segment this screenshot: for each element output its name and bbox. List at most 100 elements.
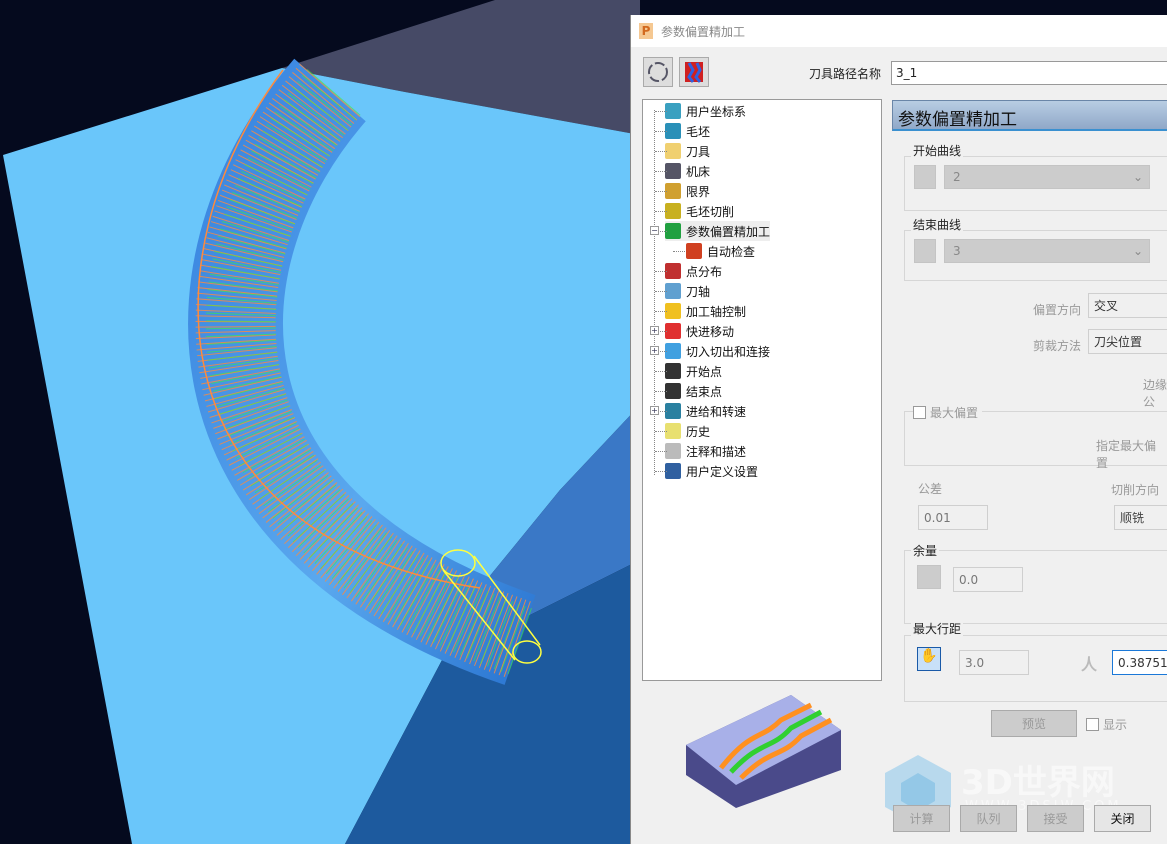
tree-item-label: 限界: [686, 184, 711, 199]
tolerance-label: 公差: [918, 482, 943, 496]
accept-button[interactable]: 接受: [1027, 805, 1084, 832]
end-point-icon: [665, 383, 681, 399]
user-settings-icon: [665, 463, 681, 479]
tree-item[interactable]: 历史: [665, 421, 710, 441]
tree-item-label: 机床: [686, 164, 711, 179]
trim-method-select[interactable]: 刀尖位置: [1088, 329, 1167, 354]
close-button[interactable]: 关闭: [1094, 805, 1151, 832]
tree-item[interactable]: 用户坐标系: [665, 101, 746, 121]
tolerance-input[interactable]: 0.01: [918, 505, 988, 530]
cusp-icon: 人: [1081, 655, 1098, 674]
user-csys-icon: [665, 103, 681, 119]
tree-item[interactable]: 结束点: [665, 381, 722, 401]
tree-item-label: 刀具: [686, 144, 711, 159]
cusp-height-input[interactable]: 0.387514: [1112, 650, 1167, 675]
thickness-input[interactable]: 0.0: [953, 567, 1023, 592]
end-curve-select[interactable]: 3 ⌄: [944, 239, 1150, 263]
tree-item-label: 快进移动: [686, 324, 735, 339]
cut-direction-label: 切削方向: [1111, 483, 1160, 497]
machine-icon: [665, 163, 681, 179]
toolpath-name-input[interactable]: 3_1: [891, 61, 1167, 85]
preview-button[interactable]: 预览: [991, 710, 1077, 737]
toolpath-name-label: 刀具路径名称: [809, 67, 882, 81]
dialog-title: 参数偏置精加工: [661, 24, 746, 39]
calculate-button[interactable]: 计算: [893, 805, 950, 832]
trim-method-label: 剪裁方法: [1033, 339, 1082, 353]
max-stepover-label: 最大行距: [911, 620, 964, 637]
parametric-offset-dialog: P 参数偏置精加工 刀具路径名称 3_1 用户坐标系 毛坯 刀具 机床 限界 毛坯切削 参数…: [630, 15, 1167, 844]
tree-item-label: 自动检查: [707, 244, 756, 259]
tree-item[interactable]: 毛坯: [665, 121, 710, 141]
tree-item-label: 刀轴: [686, 284, 711, 299]
tree-item[interactable]: 切入切出和连接: [665, 341, 770, 361]
tree-item[interactable]: 注释和描述: [665, 441, 746, 461]
end-curve-pick-button[interactable]: [914, 239, 936, 263]
expand-icon[interactable]: +: [650, 406, 659, 415]
edge-tolerance-label: 边缘公: [1143, 378, 1167, 409]
tree-item[interactable]: 加工轴控制: [665, 301, 746, 321]
tree-item-label: 注释和描述: [686, 444, 747, 459]
tree-item-label: 加工轴控制: [686, 304, 747, 319]
notes-icon: [665, 443, 681, 459]
rapid-move-icon: [665, 323, 681, 339]
max-offset-checkbox[interactable]: [913, 406, 926, 419]
thickness-toggle-button[interactable]: [917, 565, 941, 589]
tree-item-label: 点分布: [686, 264, 723, 279]
thickness-group: [904, 550, 1167, 624]
tree-item[interactable]: 限界: [665, 181, 710, 201]
tool-icon: [665, 143, 681, 159]
max-stepover-input[interactable]: 3.0: [959, 650, 1029, 675]
offset-direction-select[interactable]: 交叉: [1088, 293, 1167, 318]
feeds-speeds-icon: [665, 403, 681, 419]
history-icon: [665, 423, 681, 439]
tree-item-label: 毛坯切削: [686, 204, 735, 219]
axis-control-icon: [665, 303, 681, 319]
toolpath-preview-icon[interactable]: [679, 57, 709, 87]
queue-button[interactable]: 队列: [960, 805, 1017, 832]
start-curve-label: 开始曲线: [911, 142, 964, 159]
leads-links-icon: [665, 343, 681, 359]
tree-item[interactable]: 用户定义设置: [665, 461, 758, 481]
expand-icon[interactable]: +: [650, 346, 659, 355]
tree-item-label: 进给和转速: [686, 404, 747, 419]
start-curve-pick-button[interactable]: [914, 165, 936, 189]
tree-item[interactable]: 刀具: [665, 141, 710, 161]
panel-header: 参数偏置精加工: [892, 100, 1167, 131]
point-distribution-icon: [665, 263, 681, 279]
tree-item[interactable]: 自动检查: [686, 241, 755, 261]
collapse-icon[interactable]: −: [650, 226, 659, 235]
cut-direction-select[interactable]: 顺铣: [1114, 505, 1167, 530]
limits-icon: [665, 183, 681, 199]
tree-item-label: 参数偏置精加工: [686, 224, 771, 239]
tree-item[interactable]: 快进移动: [665, 321, 734, 341]
tree-item[interactable]: 机床: [665, 161, 710, 181]
app-logo-icon: P: [639, 23, 653, 39]
tree-item-label: 用户定义设置: [686, 464, 759, 479]
start-curve-select[interactable]: 2 ⌄: [944, 165, 1150, 189]
strategy-thumbnail: [686, 695, 841, 808]
start-point-icon: [665, 363, 681, 379]
show-checkbox[interactable]: [1086, 718, 1099, 731]
show-label: 显示: [1103, 718, 1128, 732]
tree-item[interactable]: 进给和转速: [665, 401, 746, 421]
title-bar: P 参数偏置精加工: [631, 15, 1167, 47]
tree-item-label: 结束点: [686, 384, 723, 399]
tree-item-label: 毛坯: [686, 124, 711, 139]
tree-item[interactable]: 刀轴: [665, 281, 710, 301]
tree-item[interactable]: 参数偏置精加工: [665, 221, 771, 241]
recycle-icon[interactable]: [643, 57, 673, 87]
tree-item-label: 开始点: [686, 364, 723, 379]
strategy-tree[interactable]: 用户坐标系毛坯刀具机床限界毛坯切削参数偏置精加工 − 自动检查点分布刀轴加工轴控制快…: [642, 99, 882, 681]
tree-item-label: 用户坐标系: [686, 104, 747, 119]
tree-item[interactable]: 开始点: [665, 361, 722, 381]
parametric-offset-icon: [665, 223, 681, 239]
thickness-label: 余量: [911, 542, 940, 559]
end-curve-label: 结束曲线: [911, 216, 964, 233]
tree-item[interactable]: 毛坯切削: [665, 201, 734, 221]
tree-item[interactable]: 点分布: [665, 261, 722, 281]
hand-lock-icon[interactable]: ✋: [917, 647, 941, 671]
expand-icon[interactable]: +: [650, 326, 659, 335]
max-offset-label: 最大偏置: [930, 406, 979, 420]
offset-direction-label: 偏置方向: [1033, 303, 1082, 317]
tool-axis-icon: [665, 283, 681, 299]
